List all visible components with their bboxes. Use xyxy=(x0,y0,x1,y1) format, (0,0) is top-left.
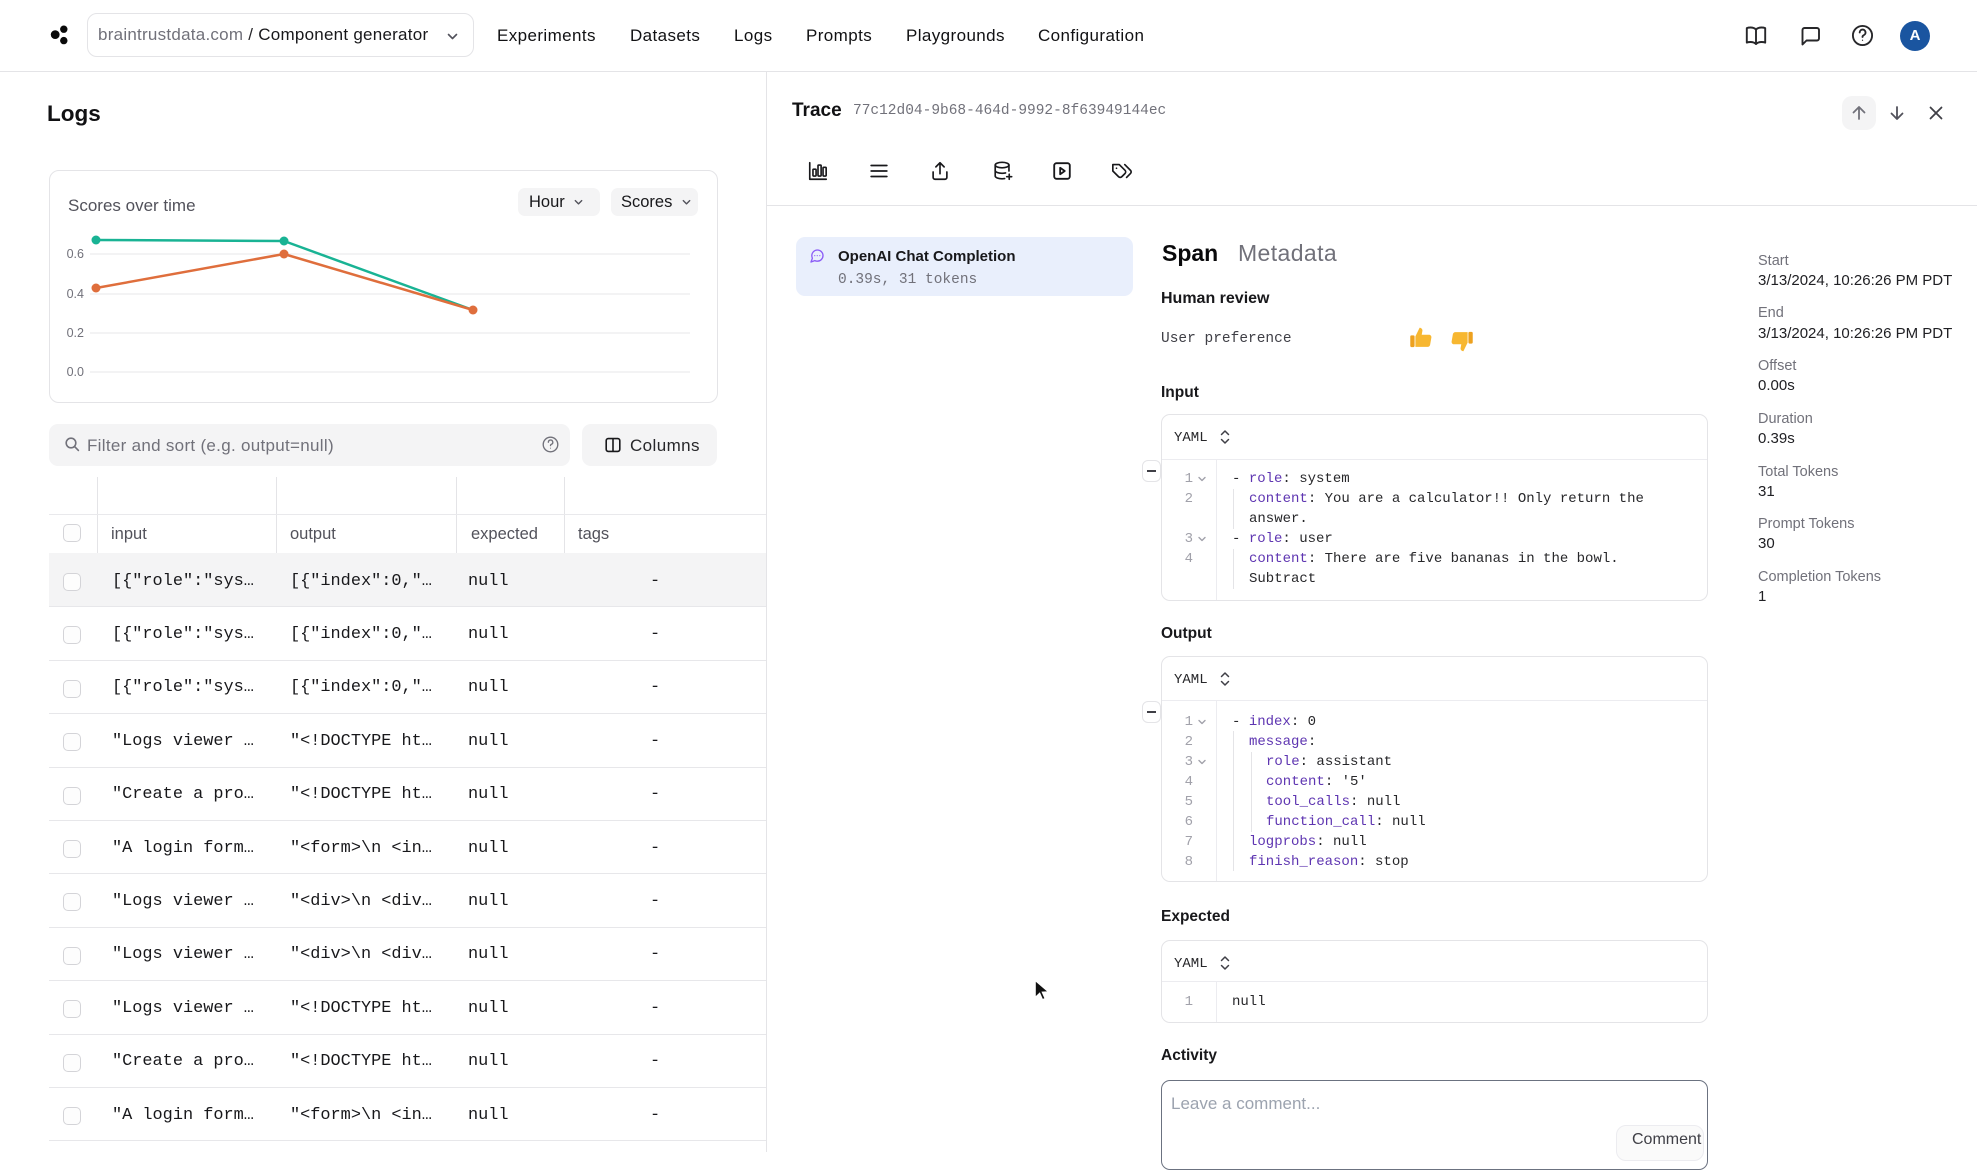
svg-text:0.6: 0.6 xyxy=(67,247,84,261)
svg-text:0.0: 0.0 xyxy=(67,365,84,379)
svg-text:0.2: 0.2 xyxy=(67,326,84,340)
svg-text:0.4: 0.4 xyxy=(67,287,84,301)
